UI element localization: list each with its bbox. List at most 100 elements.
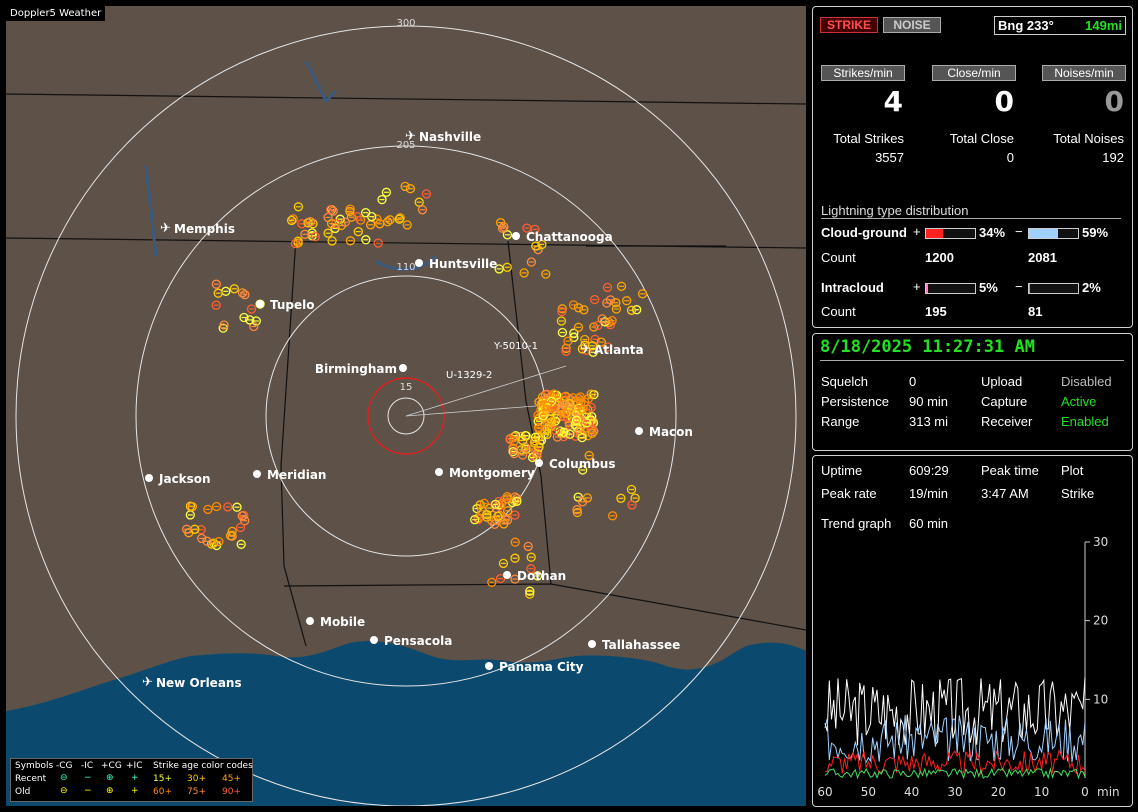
city-dot — [306, 617, 314, 625]
river — [304, 60, 338, 104]
x-tick-label: 20 — [991, 785, 1006, 799]
neg-ic-icon: − — [84, 786, 92, 796]
trend-graph: 30 20 10 60 50 40 30 20 10 0 min — [817, 536, 1119, 799]
legend-header: -IC — [81, 761, 94, 771]
legend-row-label: Recent — [15, 774, 47, 784]
legend-header: -CG — [56, 761, 73, 771]
y-tick-label: 20 — [1093, 614, 1108, 628]
legend-row-label: Old — [15, 787, 31, 797]
city-label[interactable]: Tallahassee — [602, 638, 680, 652]
strikes-per-min-label: Strikes/min — [821, 65, 905, 81]
app-title: Doppler5 Weather — [6, 6, 106, 21]
total-strikes-value: 3557 — [875, 150, 904, 165]
cg-positive-pct: 34% — [979, 225, 1006, 240]
city-label[interactable]: Jackson — [158, 472, 211, 486]
city-dot — [370, 636, 378, 644]
age-label: 60+ — [153, 787, 172, 797]
setting-k-2: Range — [821, 414, 860, 429]
city-label[interactable]: Huntsville — [429, 257, 497, 271]
distance-value: 149mi — [1085, 18, 1122, 33]
city-dot — [399, 364, 407, 372]
map-canvas[interactable]: 300 205 110 15 Y-5010-1 U-1329-2 ✈ Nashvi… — [6, 6, 806, 806]
ic-negative-count: 81 — [1028, 304, 1043, 319]
total-strikes-label: Total Strikes — [833, 131, 904, 146]
city-dot — [435, 468, 443, 476]
city-dot — [253, 470, 261, 478]
age-label: 15+ — [153, 774, 172, 784]
city-label[interactable]: New Orleans — [156, 676, 242, 690]
pos-cg-icon: ⊕ — [106, 786, 114, 796]
city-markers: ✈ Nashville✈ MemphisChattanoogaHuntsvilleT… — [142, 128, 693, 690]
lightning-map[interactable]: 300 205 110 15 Y-5010-1 U-1329-2 ✈ Nashvi… — [6, 6, 806, 806]
x-tick-label: 30 — [947, 785, 962, 799]
city-label[interactable]: Chattanooga — [526, 230, 613, 244]
minus-sign: − — [1015, 224, 1023, 239]
cg-count-label: Count — [821, 250, 856, 265]
city-label[interactable]: Pensacola — [384, 634, 452, 648]
cloud-ground-label: Cloud-ground — [821, 225, 907, 240]
ring-label-110: 110 — [396, 262, 415, 273]
peak-rate-label: Peak rate — [821, 486, 877, 501]
trend-panel: Uptime 609:29 Peak time Plot Peak rate 1… — [812, 455, 1133, 807]
minus-sign: − — [1015, 279, 1023, 294]
x-tick-label: 60 — [817, 785, 832, 799]
city-label[interactable]: Birmingham — [315, 362, 397, 376]
setting-v2-2: Enabled — [1061, 414, 1109, 429]
ring-label-300: 300 — [396, 18, 415, 29]
river — [144, 165, 438, 271]
pos-ic-icon: + — [131, 773, 139, 783]
peak-rate-value: 19/min — [909, 486, 949, 501]
age-label: 75+ — [187, 787, 206, 797]
setting-k2-0: Upload — [981, 374, 1023, 389]
city-dot — [415, 259, 423, 267]
legend-header: Strike age color codes — [153, 761, 253, 771]
city-label[interactable]: Mobile — [320, 615, 365, 629]
city-label[interactable]: Columbus — [549, 457, 616, 471]
total-noises-value: 192 — [1102, 150, 1124, 165]
city-label[interactable]: Macon — [649, 425, 693, 439]
close-per-min-value: 0 — [994, 85, 1014, 118]
age-label: 45+ — [222, 774, 241, 784]
airport-icon: ✈ — [142, 674, 153, 689]
ic-count-label: Count — [821, 304, 856, 319]
plus-sign: + — [913, 224, 921, 239]
trend-graph-span: 60 min — [909, 516, 949, 531]
legend-header: +IC — [126, 761, 143, 771]
trend-line — [824, 767, 1086, 780]
plot-value[interactable]: Strike — [1061, 486, 1094, 501]
age-label: 30+ — [187, 774, 206, 784]
strikes-per-min-value: 4 — [883, 85, 903, 118]
uptime-label: Uptime — [821, 463, 863, 478]
close-per-min-label: Close/min — [932, 65, 1016, 81]
city-label[interactable]: Tupelo — [270, 298, 315, 312]
plus-sign: + — [913, 279, 921, 294]
y-tick-label: 10 — [1093, 692, 1108, 706]
cg-negative-count: 2081 — [1028, 250, 1057, 265]
city-label[interactable]: Montgomery — [449, 466, 535, 480]
uptime-value: 609:29 — [909, 463, 949, 478]
x-tick-label: 0 — [1081, 785, 1089, 799]
bearing-box: Bng 233° 149mi — [994, 16, 1126, 35]
city-label[interactable]: Memphis — [174, 222, 235, 236]
peak-time-label: Peak time — [981, 463, 1039, 478]
trend-graph-label: Trend graph — [821, 516, 892, 531]
city-label[interactable]: Atlanta — [594, 343, 644, 357]
ring-label-15: 15 — [400, 382, 413, 393]
storm-label[interactable]: Y-5010-1 — [493, 341, 538, 352]
ic-positive-pct: 5% — [979, 280, 998, 295]
symbol-legend: Symbols -CG -IC +CG +IC Strike age color… — [10, 758, 253, 802]
city-label[interactable]: Meridian — [267, 468, 326, 482]
storm-label[interactable]: U-1329-2 — [446, 370, 492, 381]
trend-line — [824, 677, 1086, 746]
pos-ic-icon: + — [131, 786, 139, 796]
noise-button[interactable]: NOISE — [883, 17, 941, 33]
strike-button[interactable]: STRIKE — [820, 17, 878, 33]
city-label[interactable]: Dothan — [517, 569, 566, 583]
ic-negative-bar — [1028, 283, 1079, 294]
city-dot — [503, 571, 511, 579]
city-label[interactable]: Panama City — [499, 660, 584, 674]
cg-positive-count: 1200 — [925, 250, 954, 265]
city-label[interactable]: Nashville — [419, 130, 481, 144]
y-tick-label: 30 — [1093, 536, 1108, 549]
total-close-label: Total Close — [949, 131, 1014, 146]
